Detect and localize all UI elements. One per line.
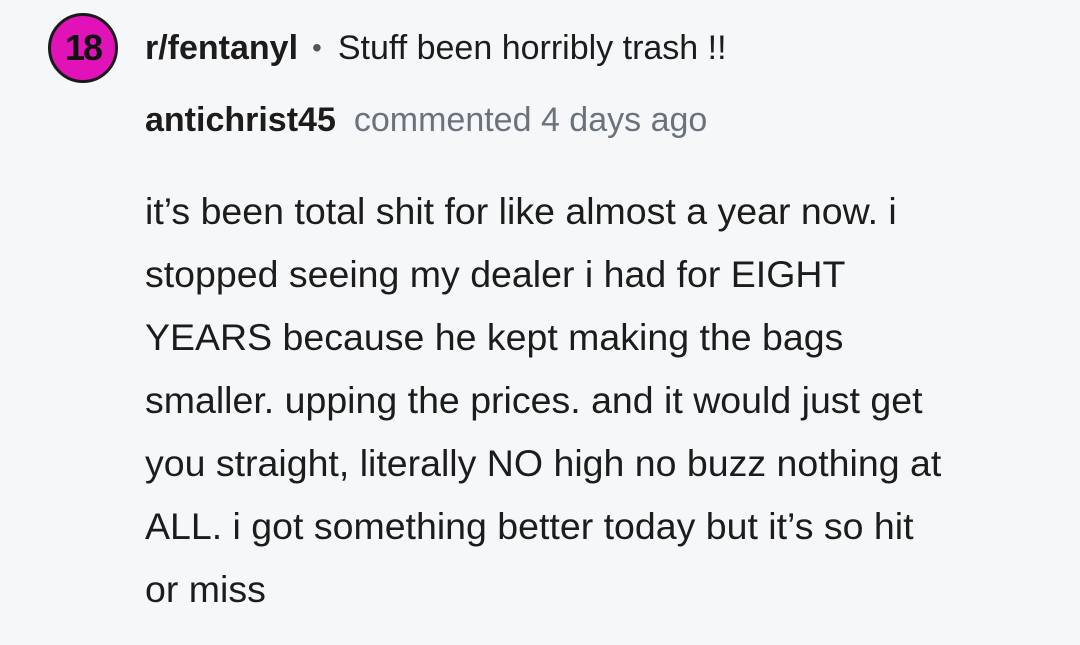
comment-meta: antichrist45 commented 4 days ago (145, 100, 707, 140)
separator-dot: • (312, 32, 322, 63)
subreddit-link[interactable]: r/fentanyl (145, 28, 298, 68)
comment-line: it’s been total shit for like almost a y… (145, 190, 897, 232)
comment-timestamp: commented 4 days ago (353, 101, 708, 139)
post-header: r/fentanyl • Stuff been horribly trash !… (145, 28, 727, 68)
subreddit-avatar-badge[interactable]: 18 (48, 13, 118, 83)
comment-line: stopped seeing my dealer i had for EIGHT (145, 253, 846, 295)
comment-line: YEARS because he kept making the bags (145, 316, 844, 358)
post-title-link[interactable]: Stuff been horribly trash !! (338, 28, 727, 68)
comment-line: ALL. i got something better today but it… (145, 505, 914, 547)
comment-author-link[interactable]: antichrist45 (145, 100, 336, 140)
comment-body[interactable]: it’s been total shit for like almost a y… (145, 180, 1045, 621)
comment-line: you straight, literally NO high no buzz … (145, 442, 942, 484)
comment-line: smaller. upping the prices. and it would… (145, 379, 923, 421)
avatar-rank-number: 18 (64, 27, 103, 68)
comment-line: or miss (145, 568, 266, 610)
